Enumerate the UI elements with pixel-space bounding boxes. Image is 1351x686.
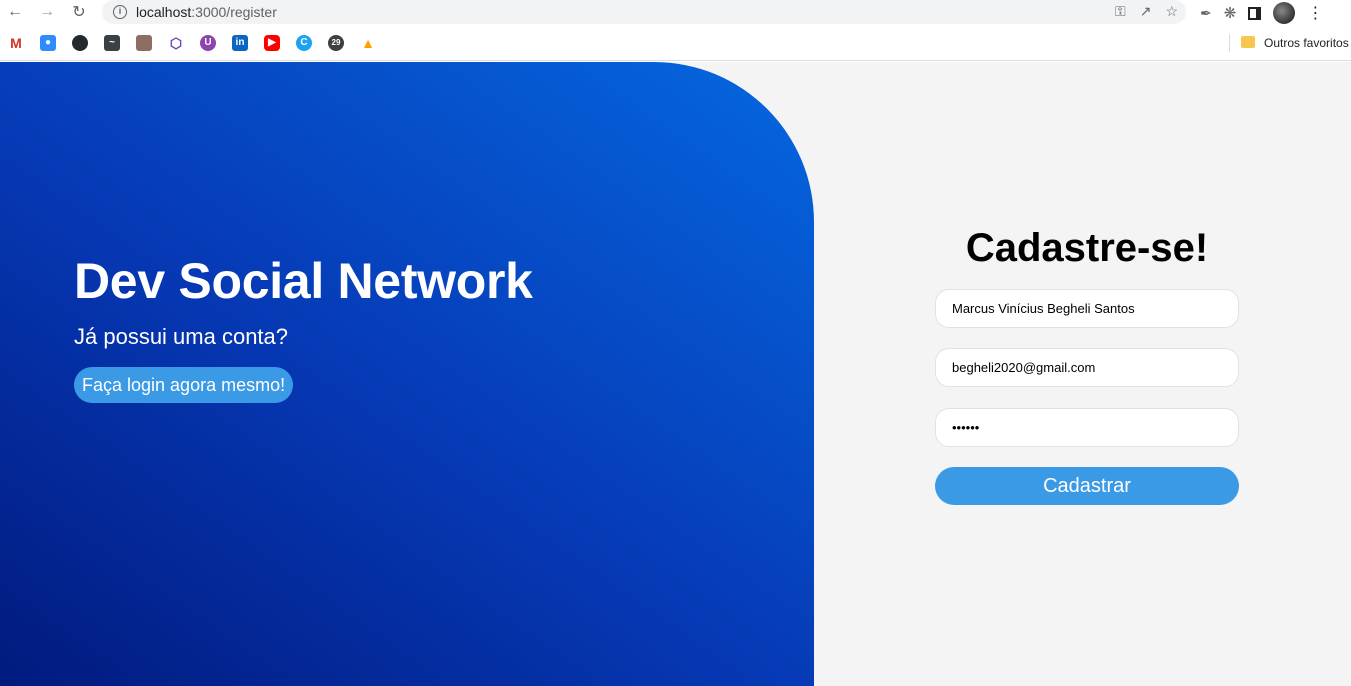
firebase-icon[interactable]: ▲: [360, 35, 376, 51]
image-icon[interactable]: ~: [104, 35, 120, 51]
profile-avatar[interactable]: [1273, 2, 1296, 24]
key-icon[interactable]: ⚿: [1115, 3, 1126, 20]
hexagon-icon[interactable]: ⬡: [168, 35, 184, 51]
c-icon[interactable]: C: [296, 35, 312, 51]
photo-icon[interactable]: [136, 35, 152, 51]
address-bar[interactable]: i localhost:3000/register ⚿ ↗ ☆: [102, 0, 1186, 24]
other-bookmarks[interactable]: Outros favoritos: [1264, 36, 1349, 50]
login-button[interactable]: Faça login agora mesmo!: [74, 367, 294, 403]
back-icon[interactable]: ←: [4, 1, 26, 23]
zoom-icon[interactable]: ●: [40, 35, 56, 51]
hero-panel: Dev Social Network Já possui uma conta? …: [0, 62, 814, 686]
bookmarks-bar: M ● ~ ⬡ U in ▶ C 29 ▲ Outros favoritos: [0, 25, 1351, 61]
github-icon[interactable]: [72, 35, 88, 51]
email-field[interactable]: [935, 348, 1239, 387]
reload-icon[interactable]: ↻: [68, 1, 90, 23]
register-button[interactable]: Cadastrar: [935, 467, 1239, 505]
bookmarks-separator: [1229, 34, 1230, 52]
password-field[interactable]: [935, 408, 1239, 447]
gmail-icon[interactable]: M: [8, 35, 24, 51]
calendar-29-icon[interactable]: 29: [328, 35, 344, 51]
folder-icon: [1241, 36, 1255, 48]
site-info-icon[interactable]: i: [113, 5, 127, 19]
url-text[interactable]: localhost:3000/register: [136, 4, 277, 20]
menu-icon[interactable]: ⋮: [1307, 3, 1323, 23]
extensions-icon[interactable]: ❋: [1224, 4, 1237, 22]
browser-toolbar: ← → ↻ i localhost:3000/register ⚿ ↗ ☆ ✒ …: [0, 0, 1351, 25]
hero-title: Dev Social Network: [74, 253, 533, 309]
star-icon[interactable]: ☆: [1165, 3, 1178, 20]
youtube-icon[interactable]: ▶: [264, 35, 280, 51]
register-page: Dev Social Network Já possui uma conta? …: [0, 62, 1351, 686]
form-title: Cadastre-se!: [965, 226, 1209, 270]
share-icon[interactable]: ↗: [1140, 3, 1152, 20]
hero-subtitle: Já possui uma conta?: [74, 324, 289, 349]
url-host: localhost: [136, 4, 192, 20]
side-panel-icon[interactable]: [1248, 6, 1262, 20]
linkedin-icon[interactable]: in: [232, 35, 248, 51]
forward-icon[interactable]: →: [36, 1, 58, 23]
name-field[interactable]: [935, 289, 1239, 328]
u-icon[interactable]: U: [200, 35, 216, 51]
url-path: :3000/register: [191, 4, 277, 20]
eyedropper-icon[interactable]: ✒: [1200, 5, 1212, 22]
